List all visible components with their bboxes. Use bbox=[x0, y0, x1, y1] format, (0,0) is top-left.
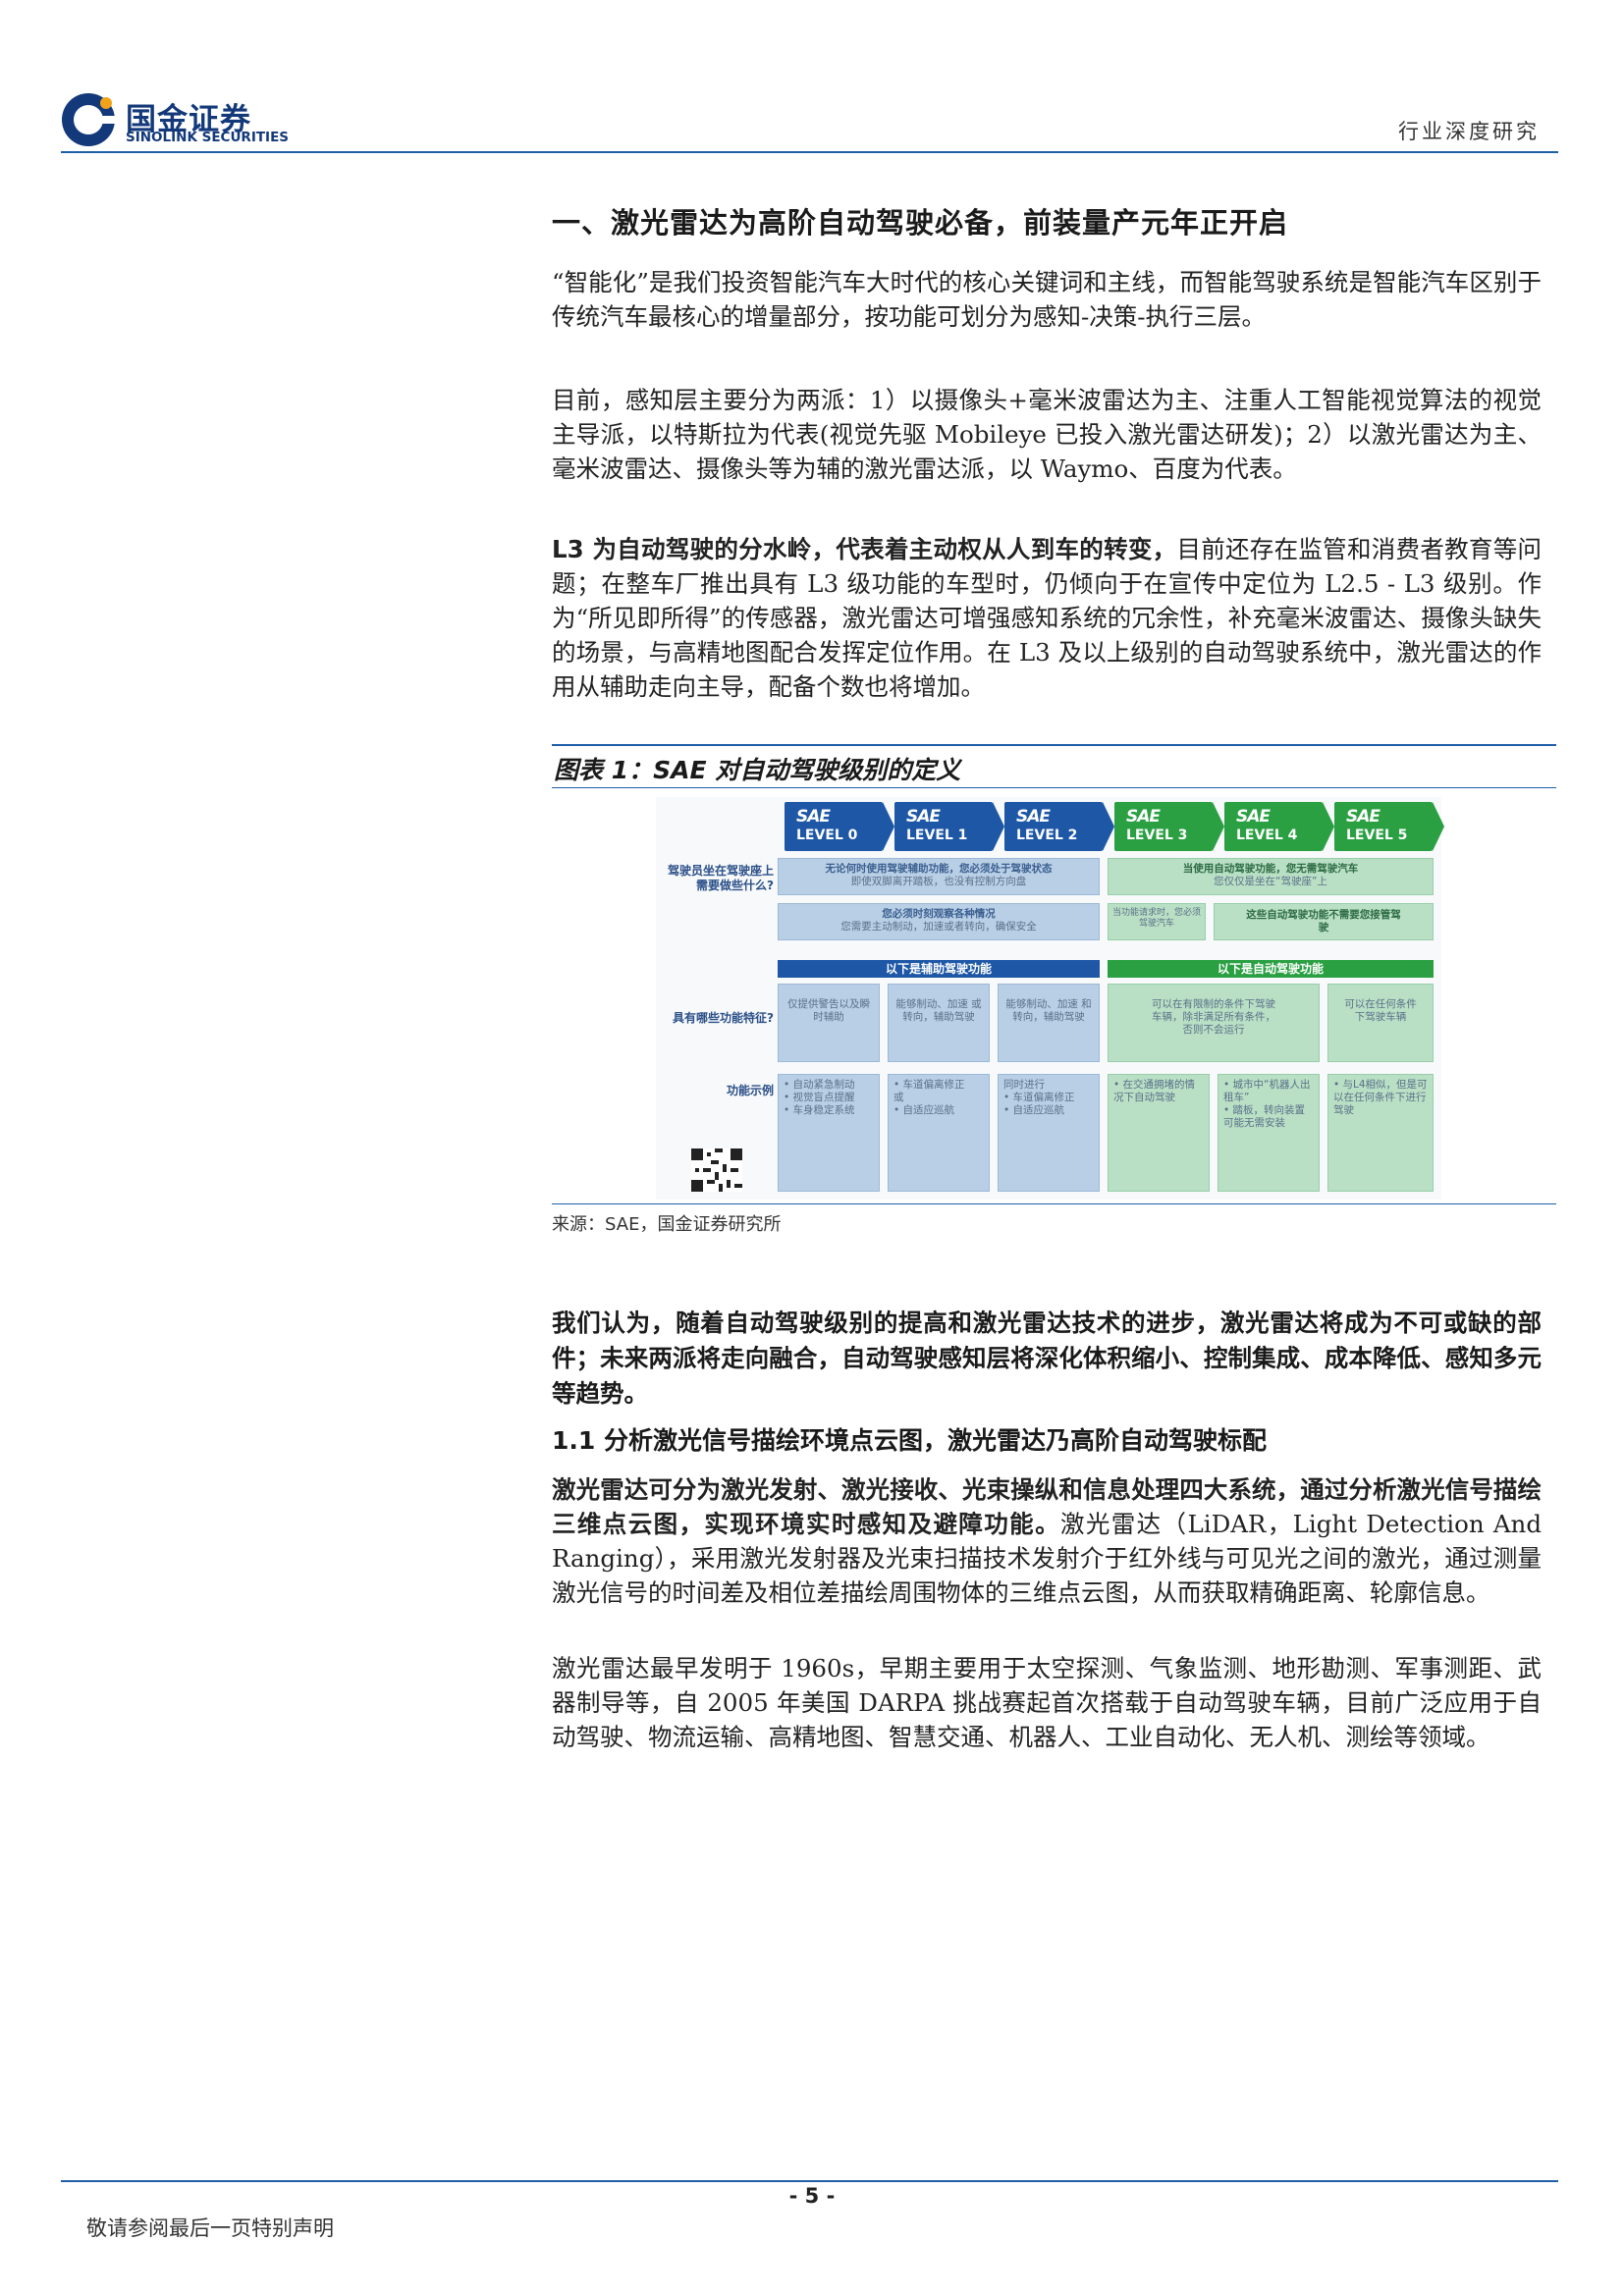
green-driver-l3-box: 当功能请求时，您必须驾驶汽车 bbox=[1108, 903, 1206, 940]
blue-driver-bottom-box: 您必须时刻观察各种情况 您需要主动制动，加速或者转向，确保安全 bbox=[778, 903, 1100, 940]
feature-l1-box: 能够制动、加速 或 转向，辅助驾驶 bbox=[888, 984, 990, 1062]
level-0-badge: SAE LEVEL 0 bbox=[785, 802, 894, 851]
figure-bottom-rule bbox=[552, 1203, 1556, 1204]
autonomous-features-header: 以下是自动驾驶功能 bbox=[1108, 960, 1434, 978]
green-driver-l45-box: 这些自动驾驶功能不需要您接管驾驶 bbox=[1214, 903, 1434, 940]
assist-features-header: 以下是辅助驾驶功能 bbox=[778, 960, 1100, 978]
example-l2-box: 同时进行 • 车道偏离修正 • 自适应巡航 bbox=[998, 1074, 1100, 1192]
feature-l2-box: 能够制动、加速 和 转向，辅助驾驶 bbox=[998, 984, 1100, 1062]
question-features: 具有哪些功能特征? bbox=[673, 1011, 774, 1025]
paragraph-conclusion: 我们认为，随着自动驾驶级别的提高和激光雷达技术的进步，激光雷达将成为不可或缺的部… bbox=[552, 1308, 1542, 1408]
report-type-label: 行业深度研究 bbox=[1398, 120, 1540, 143]
figure-title: 图表 1：SAE 对自动驾驶级别的定义 bbox=[554, 756, 961, 784]
figure-source: 来源：SAE，国金证券研究所 bbox=[552, 1214, 782, 1235]
paragraph-intro: “智能化”是我们投资智能汽车大时代的核心关键词和主线，而智能驾驶系统是智能汽车区… bbox=[552, 268, 1542, 331]
figure-top-rule bbox=[552, 744, 1556, 746]
feature-l5-box: 可以在任何条件下驾驶车辆 bbox=[1327, 984, 1434, 1062]
example-l5-box: • 与L4相似，但是可以在任何条件下进行驾驶 bbox=[1327, 1074, 1434, 1192]
paragraph-l3-lead: L3 为自动驾驶的分水岭，代表着主动权从人到车的转变， bbox=[552, 535, 1177, 563]
feature-l34-box: 可以在有限制的条件下驾驶车辆，除非满足所有条件，否则不会运行 bbox=[1108, 984, 1320, 1062]
question-driver-role: 驾驶员坐在驾驶座上需要做些什么? bbox=[667, 864, 774, 892]
footer-disclaimer: 敬请参阅最后一页特别声明 bbox=[86, 2216, 334, 2240]
qr-code-icon bbox=[691, 1148, 742, 1192]
company-logo: 国金证券 SINOLINK SECURITIES bbox=[61, 92, 297, 151]
page-number: - 5 - bbox=[788, 2184, 836, 2208]
paragraph-lidar-systems: 激光雷达可分为激光发射、激光接收、光束操纵和信息处理四大系统，通过分析激光信号描… bbox=[552, 1472, 1542, 1610]
paragraph-perception-schools: 目前，感知层主要分为两派：1）以摄像头+毫米波雷达为主、注重人工智能视觉算法的视… bbox=[552, 386, 1542, 483]
paragraph-l3: L3 为自动驾驶的分水岭，代表着主动权从人到车的转变，目前还存在监管和消费者教育… bbox=[552, 532, 1542, 704]
paragraph-lidar-history: 激光雷达最早发明于 1960s，早期主要用于太空探测、气象监测、地形勘测、军事测… bbox=[552, 1654, 1542, 1751]
level-2-badge: SAE LEVEL 2 bbox=[1004, 802, 1114, 851]
example-l4-box: • 城市中“机器人出租车” • 踏板，转向装置可能无需安装 bbox=[1218, 1074, 1320, 1192]
level-3-badge: SAE LEVEL 3 bbox=[1114, 802, 1224, 851]
feature-l0-box: 仅提供警告以及瞬时辅助 bbox=[778, 984, 880, 1062]
logo-english-name: SINOLINK SECURITIES bbox=[126, 130, 290, 145]
example-l1-box: • 车道偏离修正 或 • 自适应巡航 bbox=[888, 1074, 990, 1192]
example-l3-box: • 在交通拥堵的情况下自动驾驶 bbox=[1108, 1074, 1210, 1192]
header-divider bbox=[61, 151, 1558, 153]
subsection-title: 1.1 分析激光信号描绘环境点云图，激光雷达乃高阶自动驾驶标配 bbox=[552, 1426, 1267, 1455]
figure-title-rule bbox=[552, 787, 1556, 788]
section-title: 一、激光雷达为高阶自动驾驶必备，前装量产元年正开启 bbox=[552, 206, 1289, 240]
level-4-badge: SAE LEVEL 4 bbox=[1224, 802, 1334, 851]
green-driver-top-box: 当使用自动驾驶功能，您无需驾驶汽车 您仅仅是坐在“驾驶座”上 bbox=[1108, 858, 1434, 895]
sinolink-logo-icon bbox=[62, 93, 116, 146]
sae-levels-diagram: SAE LEVEL 0 SAE LEVEL 1 SAE LEVEL 2 SAE LEVE… bbox=[656, 797, 1444, 1200]
example-l0-box: • 自动紧急制动 • 视觉盲点提醒 • 车身稳定系统 bbox=[778, 1074, 880, 1192]
footer-divider bbox=[61, 2180, 1558, 2182]
blue-driver-top-box: 无论何时使用驾驶辅助功能，您必须处于驾驶状态 即使双脚离开踏板，也没有控制方向盘 bbox=[778, 858, 1100, 895]
level-5-badge: SAE LEVEL 5 bbox=[1334, 802, 1444, 851]
question-examples: 功能示例 bbox=[726, 1084, 774, 1097]
level-1-badge: SAE LEVEL 1 bbox=[894, 802, 1004, 851]
